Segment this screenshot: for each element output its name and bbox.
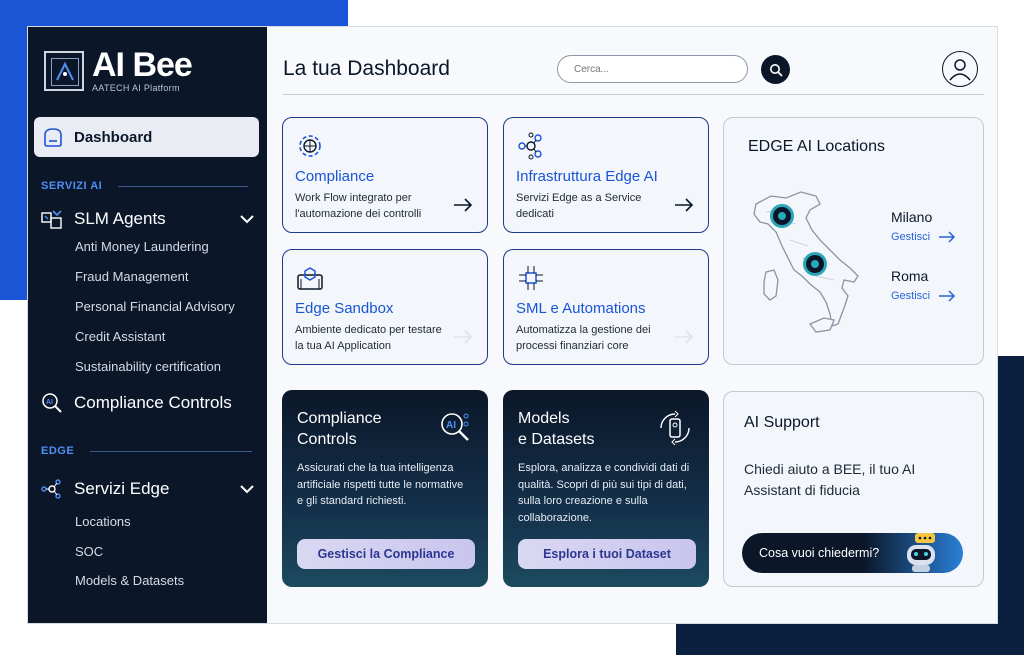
sidebar-group-servizi-edge[interactable]: Servizi Edge (40, 477, 255, 501)
manage-compliance-button[interactable]: Gestisci la Compliance (297, 539, 475, 569)
dashboard-icon (44, 128, 62, 147)
servizi-edge-label: Servizi Edge (74, 479, 170, 498)
section-label-text: SERVIZI AI (41, 180, 103, 192)
locations-title: EDGE AI Locations (748, 138, 885, 155)
brand-logo[interactable]: AI Bee AATECH AI Platform (44, 46, 193, 93)
circuit-icon (519, 266, 543, 290)
search-input[interactable] (557, 55, 748, 83)
user-avatar[interactable] (942, 51, 978, 87)
title-line: e Datasets (518, 431, 595, 448)
main-content: La tua Dashboard Compliance Work Flow in… (267, 27, 997, 623)
chevron-down-icon[interactable] (239, 211, 255, 227)
sidebar-item-dashboard[interactable]: Dashboard (34, 117, 259, 157)
ai-search-icon: AI (441, 413, 469, 441)
ask-assistant-label: Cosa vuoi chiedermi? (759, 546, 880, 560)
sidebar-item-compliance-controls[interactable]: AI Compliance Controls (40, 391, 255, 415)
chevron-down-icon[interactable] (239, 481, 255, 497)
sidebar-item-personal-financial-advisory[interactable]: Personal Financial Advisory (75, 299, 235, 314)
gear-globe-icon (299, 135, 321, 157)
explore-datasets-button[interactable]: Esplora i tuoi Dataset (518, 539, 696, 569)
device-sync-icon (660, 410, 690, 446)
arrow-right-icon (939, 231, 956, 243)
card-title: Edge Sandbox (295, 300, 394, 317)
location-name-milano: Milano (891, 209, 933, 225)
location-manage-link-roma[interactable]: Gestisci (891, 290, 956, 302)
brand-title: AI Bee (92, 46, 193, 84)
arrow-right-icon[interactable] (674, 330, 694, 344)
sidebar-item-credit-assistant[interactable]: Credit Assistant (75, 329, 165, 344)
support-title: AI Support (744, 414, 820, 431)
network-icon (41, 479, 61, 499)
card-title: Infrastruttura Edge AI (516, 168, 658, 185)
agents-icon (41, 210, 62, 229)
card-description: Ambiente dedicato per testare la tua AI … (295, 324, 442, 352)
section-label-edge: EDGE (41, 445, 253, 457)
svg-text:AI: AI (446, 420, 456, 431)
card-title: Compliance (295, 168, 375, 185)
ai-support-panel: AI Support Chiedi aiuto a BEE, il tuo AI… (723, 391, 984, 587)
ask-assistant-button[interactable]: Cosa vuoi chiedermi? (742, 533, 963, 573)
user-icon (949, 59, 971, 81)
section-label-ai: SERVIZI AI (41, 180, 249, 192)
card-title: Compliance Controls (297, 408, 381, 450)
sidebar-item-models-datasets[interactable]: Models & Datasets (75, 573, 184, 588)
sandbox-cube-icon (297, 267, 323, 290)
card-description: Work Flow integrato per l'automazione de… (295, 192, 422, 220)
sidebar-item-sustainability-certification[interactable]: Sustainability certification (75, 359, 221, 374)
search-icon (769, 63, 783, 77)
card-models-datasets: Models e Datasets Esplora, analizza e con… (503, 390, 709, 587)
card-description: Automatizza la gestione dei processi fin… (516, 324, 651, 352)
card-sml-automations[interactable]: SML e Automations Automatizza la gestion… (503, 249, 709, 365)
svg-text:AI: AI (46, 399, 53, 406)
title-line: Controls (297, 431, 357, 448)
section-label-text: EDGE (41, 445, 75, 457)
slm-agents-label: SLM Agents (74, 209, 166, 228)
location-name-roma: Roma (891, 268, 929, 284)
page-title: La tua Dashboard (283, 57, 450, 80)
header-divider (283, 94, 984, 95)
sidebar-item-anti-money-laundering[interactable]: Anti Money Laundering (75, 239, 209, 254)
arrow-right-icon[interactable] (674, 198, 694, 212)
link-label: Gestisci (891, 231, 931, 243)
location-pin-milano[interactable] (770, 204, 794, 228)
arrow-right-icon[interactable] (453, 330, 473, 344)
network-icon (518, 132, 542, 160)
card-compliance-controls: Compliance Controls AI Assicurati che la … (282, 390, 488, 587)
arrow-right-icon (939, 290, 956, 302)
card-title: Models e Datasets (518, 408, 594, 450)
location-manage-link-milano[interactable]: Gestisci (891, 231, 956, 243)
sidebar-item-soc[interactable]: SOC (75, 544, 103, 559)
sidebar: AI Bee AATECH AI Platform Dashboard SERV… (28, 27, 267, 623)
sidebar-item-fraud-management[interactable]: Fraud Management (75, 269, 188, 284)
location-pin-roma[interactable] (803, 252, 827, 276)
logo-mark (44, 51, 84, 91)
card-description: Servizi Edge as a Service dedicati (516, 192, 642, 220)
arrow-right-icon[interactable] (453, 198, 473, 212)
support-text: Chiedi aiuto a BEE, il tuo AI Assistant … (744, 461, 916, 498)
title-line: Models (518, 410, 570, 427)
card-compliance[interactable]: Compliance Work Flow integrato per l'aut… (282, 117, 488, 233)
app-window: AI Bee AATECH AI Platform Dashboard SERV… (27, 26, 998, 624)
brand-subtitle: AATECH AI Platform (92, 83, 180, 93)
card-description: Esplora, analizza e condividi dati di qu… (518, 462, 690, 524)
search-button[interactable] (761, 55, 790, 84)
card-title: SML e Automations (516, 300, 646, 317)
link-label: Gestisci (891, 290, 931, 302)
compliance-controls-label: Compliance Controls (74, 393, 232, 412)
sidebar-item-label: Dashboard (74, 128, 153, 146)
card-description: Assicurati che la tua intelligenza artif… (297, 462, 464, 507)
card-edge-sandbox[interactable]: Edge Sandbox Ambiente dedicato per testa… (282, 249, 488, 365)
title-line: Compliance (297, 410, 382, 427)
sidebar-item-locations[interactable]: Locations (75, 514, 131, 529)
edge-locations-panel: EDGE AI Locations Milano Gestisci Roma G… (723, 117, 984, 365)
card-infrastruttura-edge-ai[interactable]: Infrastruttura Edge AI Servizi Edge as a… (503, 117, 709, 233)
sidebar-group-slm-agents[interactable]: SLM Agents (40, 207, 255, 231)
robot-assistant-icon (907, 533, 935, 572)
ai-search-icon: AI (42, 393, 62, 413)
